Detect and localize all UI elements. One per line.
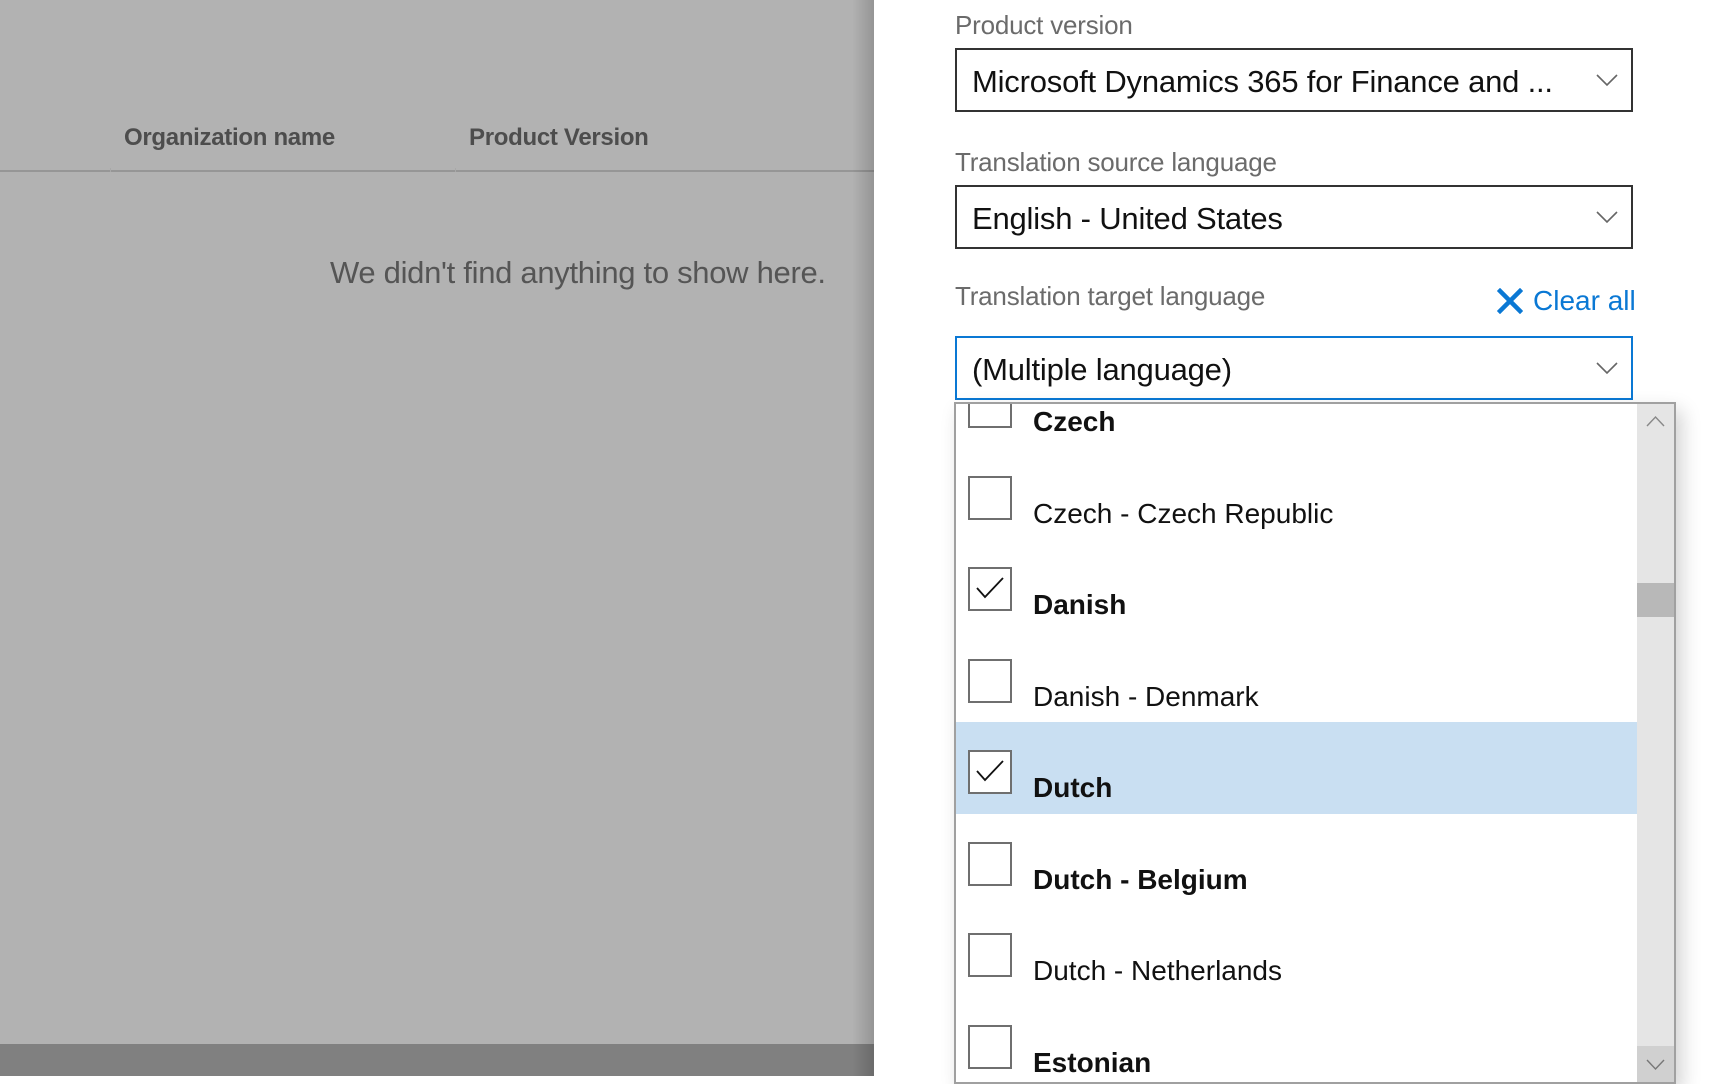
language-option-list: Czech Czech - Czech Republic Danish Danish …	[956, 402, 1639, 1084]
chevron-down-icon	[1595, 72, 1619, 88]
column-divider	[455, 168, 456, 172]
listbox-scrollbar[interactable]	[1637, 404, 1674, 1082]
option-checkbox[interactable]	[968, 1025, 1012, 1069]
target-language-listbox[interactable]: Czech Czech - Czech Republic Danish Danish …	[954, 402, 1676, 1084]
source-language-select[interactable]: English - United States	[955, 185, 1633, 249]
product-version-value: Microsoft Dynamics 365 for Finance and .…	[972, 64, 1553, 100]
column-divider	[110, 168, 111, 172]
option-label: Dutch - Belgium	[1033, 864, 1248, 896]
clear-all-button[interactable]: Clear all	[1497, 285, 1636, 317]
option-label: Estonian	[1033, 1047, 1151, 1079]
language-option[interactable]: Dutch - Belgium	[956, 814, 1639, 906]
empty-state-message: We didn't find anything to show here.	[330, 255, 826, 291]
chevron-up-icon	[1637, 404, 1674, 440]
scroll-up-button[interactable]	[1637, 404, 1674, 440]
option-label: Danish	[1033, 589, 1126, 621]
product-version-select[interactable]: Microsoft Dynamics 365 for Finance and .…	[955, 48, 1633, 112]
page-backdrop-overlay[interactable]: Organization name Product Version We did…	[0, 0, 874, 1076]
chevron-down-icon	[1637, 1046, 1674, 1082]
target-language-value: (Multiple language)	[972, 352, 1232, 388]
target-language-label: Translation target language	[955, 281, 1265, 312]
option-checkbox[interactable]	[968, 842, 1012, 886]
clear-all-label: Clear all	[1533, 285, 1636, 317]
option-checkbox[interactable]	[968, 567, 1012, 611]
panel-shadow	[852, 0, 876, 1076]
checkmark-icon	[975, 575, 1005, 601]
option-label: Czech	[1033, 406, 1115, 438]
grid-header: Organization name Product Version	[0, 110, 874, 172]
source-language-label: Translation source language	[955, 147, 1277, 178]
language-option[interactable]: Danish - Denmark	[956, 631, 1639, 723]
column-header-product-version[interactable]: Product Version	[469, 124, 649, 152]
target-language-select[interactable]: (Multiple language)	[955, 336, 1633, 400]
language-option[interactable]: Estonian	[956, 997, 1639, 1084]
scroll-down-button[interactable]	[1637, 1046, 1674, 1082]
checkmark-icon	[975, 758, 1005, 784]
source-language-value: English - United States	[972, 201, 1283, 237]
option-checkbox[interactable]	[968, 476, 1012, 520]
option-label: Dutch	[1033, 772, 1112, 804]
option-label: Czech - Czech Republic	[1033, 498, 1333, 530]
chevron-down-icon	[1595, 209, 1619, 225]
language-option[interactable]: Czech - Czech Republic	[956, 448, 1639, 540]
language-option[interactable]: Dutch	[956, 722, 1639, 814]
column-header-organization-name[interactable]: Organization name	[124, 124, 335, 152]
scrollbar-thumb[interactable]	[1637, 583, 1674, 617]
language-option[interactable]: Danish	[956, 539, 1639, 631]
product-version-label: Product version	[955, 10, 1133, 41]
option-label: Danish - Denmark	[1033, 681, 1259, 713]
language-option[interactable]: Dutch - Netherlands	[956, 905, 1639, 997]
bottom-bar	[0, 1044, 874, 1076]
chevron-down-icon	[1595, 360, 1619, 376]
option-checkbox[interactable]	[968, 750, 1012, 794]
language-option[interactable]: Czech	[956, 402, 1639, 448]
option-checkbox[interactable]	[968, 402, 1012, 428]
option-checkbox[interactable]	[968, 933, 1012, 977]
option-label: Dutch - Netherlands	[1033, 955, 1282, 987]
close-icon	[1497, 288, 1523, 314]
option-checkbox[interactable]	[968, 659, 1012, 703]
